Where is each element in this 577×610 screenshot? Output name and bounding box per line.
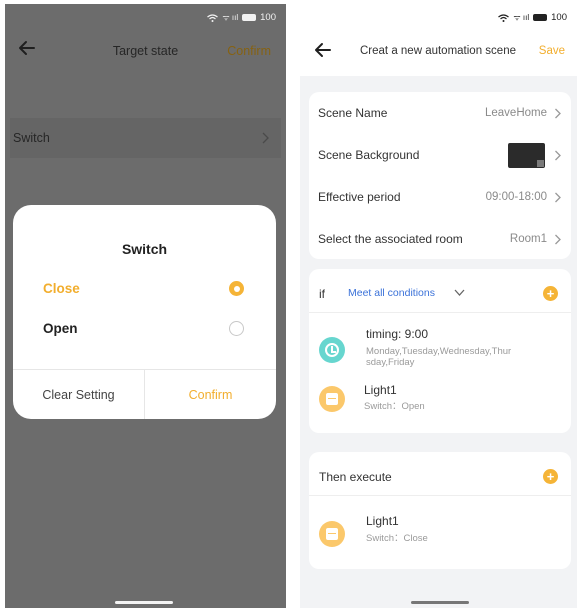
dialog-title: Switch (121, 241, 168, 257)
option-open[interactable]: Open (43, 321, 78, 336)
header-confirm-button[interactable]: Confirm (227, 44, 271, 58)
light-icon (319, 386, 345, 412)
associated-room-value: Room1 (509, 233, 547, 245)
condition-timing-days-line1: Monday,Tuesday,Wednesday,Thur (366, 346, 512, 357)
battery-icon (533, 14, 548, 21)
then-execute-label: Then execute (319, 470, 392, 484)
scene-settings-card: Scene Name LeaveHome Scene Background Ef… (309, 92, 571, 259)
action-light-title[interactable]: Light1 (366, 514, 399, 528)
status-bar: ᯤ ııl 100 (207, 12, 276, 23)
scene-name-label: Scene Name (318, 106, 388, 120)
target-state-screen: ᯤ ııl 100 Target state Confirm Switch Sw… (5, 4, 286, 608)
chevron-right-icon (555, 108, 561, 118)
scene-background-label: Scene Background (318, 148, 420, 162)
condition-timing-title[interactable]: timing: 9:00 (366, 327, 428, 341)
chevron-right-icon (555, 150, 561, 160)
if-label: if (319, 287, 325, 301)
condition-timing-days-line2: sday,Friday (366, 357, 415, 368)
battery-level: 100 (551, 12, 567, 23)
status-bar: ᯤ ııl 100 (498, 12, 567, 23)
chevron-right-icon (555, 234, 561, 244)
battery-level: 100 (260, 12, 276, 23)
chevron-right-icon (555, 192, 561, 202)
condition-mode-dropdown[interactable]: Meet all conditions (348, 287, 435, 299)
then-execute-card: Then execute + Light1 Switch：Close (309, 452, 571, 569)
page-title: Creat a new automation scene (360, 45, 516, 57)
associated-room-row[interactable]: Select the associated room Room1 (318, 229, 561, 249)
home-indicator[interactable] (115, 601, 173, 604)
if-conditions-card: if Meet all conditions + timing: 9:00 Mo… (309, 269, 571, 433)
chevron-down-icon[interactable] (454, 288, 465, 297)
scene-background-row[interactable]: Scene Background (318, 142, 561, 168)
signal-icon: ᯤ ııl (513, 13, 530, 22)
option-close[interactable]: Close (43, 281, 80, 296)
save-button[interactable]: Save (539, 45, 565, 57)
background-thumbnail (508, 142, 545, 168)
action-light-state: Switch：Close (366, 533, 428, 544)
condition-light-title[interactable]: Light1 (364, 383, 397, 397)
effective-period-label: Effective period (318, 190, 401, 204)
light-icon (319, 521, 345, 547)
switch-dialog: Switch Close Open Clear Setting Confirm (13, 205, 276, 419)
scene-name-value: LeaveHome (484, 107, 547, 119)
condition-light-state: Switch：Open (364, 401, 425, 412)
radio-open[interactable] (229, 321, 244, 336)
back-arrow-icon[interactable] (313, 40, 333, 60)
wifi-icon (207, 13, 219, 22)
automation-scene-screen: ᯤ ııl 100 Creat a new automation scene S… (300, 4, 577, 608)
battery-icon (242, 14, 257, 21)
signal-icon: ᯤ ııl (222, 13, 239, 22)
home-indicator[interactable] (411, 601, 469, 604)
effective-period-value: 09:00-18:00 (485, 191, 547, 203)
header: ᯤ ııl 100 Creat a new automation scene S… (300, 4, 577, 76)
effective-period-row[interactable]: Effective period 09:00-18:00 (318, 187, 561, 207)
card-divider (309, 495, 571, 496)
clock-icon (319, 337, 345, 363)
chevron-right-icon (262, 132, 269, 144)
associated-room-label: Select the associated room (318, 232, 463, 246)
dialog-confirm-button[interactable]: Confirm (145, 388, 276, 402)
clear-setting-button[interactable]: Clear Setting (13, 388, 144, 402)
radio-close-selected[interactable] (229, 281, 244, 296)
add-action-button[interactable]: + (543, 469, 558, 484)
switch-row-label: Switch (13, 131, 50, 145)
switch-setting-row[interactable]: Switch (10, 118, 281, 158)
add-condition-button[interactable]: + (543, 286, 558, 301)
wifi-icon (498, 13, 510, 22)
card-divider (309, 312, 571, 313)
scene-name-row[interactable]: Scene Name LeaveHome (318, 103, 561, 123)
